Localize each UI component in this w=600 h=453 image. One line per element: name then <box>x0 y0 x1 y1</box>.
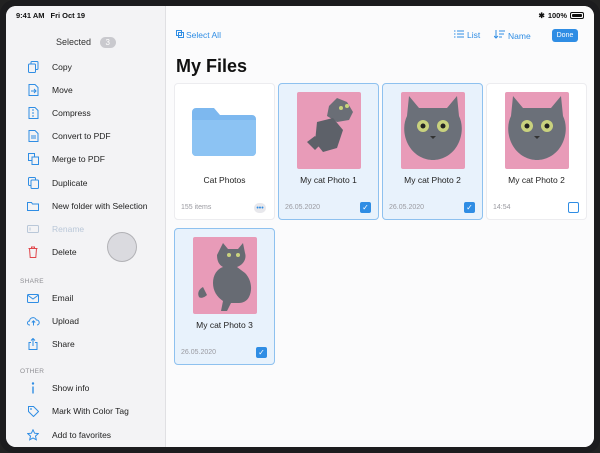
status-right: ✱ 100% <box>539 11 584 20</box>
compress-icon <box>26 106 40 120</box>
menu-new-folder-label: New folder with Selection <box>52 201 148 211</box>
menu-share-label: Share <box>52 339 75 349</box>
menu-copy-label: Copy <box>52 62 72 72</box>
select-all-icon <box>176 30 184 40</box>
menu-upload-label: Upload <box>52 316 79 326</box>
battery-icon <box>570 11 584 19</box>
menu-merge-pdf-label: Merge to PDF <box>52 154 105 164</box>
menu-move-label: Move <box>52 85 73 95</box>
merge-icon <box>26 152 40 166</box>
list-label: List <box>467 30 481 40</box>
file-name: My cat Photo 3 <box>196 320 253 330</box>
menu-share[interactable]: Share <box>26 335 75 353</box>
sort-icon <box>493 30 505 41</box>
file-meta: 14:54 <box>493 204 511 211</box>
sort-name-button[interactable]: Name <box>493 30 531 41</box>
share-section-label: SHARE <box>20 278 44 285</box>
menu-upload[interactable]: Upload <box>26 312 79 330</box>
file-card-photo-3[interactable]: My cat Photo 3 26.05.2020 ✓ <box>174 228 275 365</box>
file-name: My cat Photo 2 <box>508 175 565 185</box>
menu-email-label: Email <box>52 293 74 303</box>
file-meta: 26.05.2020 <box>285 204 321 211</box>
menu-show-info[interactable]: Show info <box>26 379 89 397</box>
status-time: 9:41 AM <box>16 10 45 20</box>
done-button[interactable]: Done <box>552 29 578 42</box>
menu-show-info-label: Show info <box>52 383 90 393</box>
menu-merge-pdf[interactable]: Merge to PDF <box>26 150 105 168</box>
menu-convert-pdf[interactable]: Convert to PDF <box>26 127 111 145</box>
star-icon <box>26 428 40 442</box>
menu-favorites-label: Add to favorites <box>52 430 112 440</box>
page-title: My Files <box>176 56 248 76</box>
selected-label: Selected <box>56 37 92 47</box>
file-card-photo-1[interactable]: My cat Photo 1 26.05.2020 ✓ <box>278 83 379 220</box>
device-frame: 9:41 AM Fri Oct 19 ✱ 100% Selected 3 Cop… <box>0 0 600 453</box>
file-card-cat-photos[interactable]: Cat Photos 155 items ••• <box>174 83 275 220</box>
pdf-icon <box>26 129 40 143</box>
photo-thumbnail <box>193 237 257 314</box>
move-icon <box>26 83 40 97</box>
menu-duplicate[interactable]: Duplicate <box>26 174 87 192</box>
screen: 9:41 AM Fri Oct 19 ✱ 100% Selected 3 Cop… <box>6 6 594 447</box>
menu-color-tag[interactable]: Mark With Color Tag <box>26 402 129 420</box>
cloud-upload-icon <box>26 314 40 328</box>
menu-compress-label: Compress <box>52 108 91 118</box>
menu-move[interactable]: Move <box>26 81 73 99</box>
selection-checkbox[interactable] <box>568 202 579 213</box>
sidebar: Selected 3 Copy Move Compress Convert to… <box>6 6 166 447</box>
battery-percent: 100% <box>547 10 567 20</box>
tag-icon <box>26 404 40 418</box>
file-name: My cat Photo 1 <box>300 175 357 185</box>
list-icon <box>454 30 464 40</box>
list-view-button[interactable]: List <box>454 30 480 40</box>
photo-thumbnail <box>401 92 465 169</box>
copy-icon <box>26 60 40 74</box>
file-meta: 26.05.2020 <box>181 349 217 356</box>
file-meta: 26.05.2020 <box>389 204 425 211</box>
file-name: My cat Photo 2 <box>404 175 461 185</box>
file-meta: 155 items <box>181 204 212 211</box>
menu-rename-label: Rename <box>52 224 85 234</box>
select-all-label: Select All <box>186 30 221 40</box>
menu-favorites[interactable]: Add to favorites <box>26 426 111 444</box>
menu-rename: Rename <box>26 220 84 238</box>
photo-thumbnail <box>505 92 569 169</box>
file-card-photo-2-copy[interactable]: My cat Photo 2 14:54 <box>486 83 587 220</box>
touch-indicator <box>107 232 137 262</box>
file-name: Cat Photos <box>203 175 246 185</box>
bluetooth-icon: ✱ <box>538 10 545 20</box>
more-options-button[interactable]: ••• <box>254 203 266 213</box>
main-area: Select All List Name Done My Files Cat P… <box>166 6 594 447</box>
share-icon <box>26 337 40 351</box>
menu-color-tag-label: Mark With Color Tag <box>52 406 129 416</box>
menu-new-folder[interactable]: New folder with Selection <box>26 197 147 215</box>
status-bar: 9:41 AM Fri Oct 19 ✱ 100% <box>6 6 594 24</box>
selected-count-badge: 3 <box>99 37 116 48</box>
file-card-photo-2[interactable]: My cat Photo 2 26.05.2020 ✓ <box>382 83 483 220</box>
menu-copy[interactable]: Copy <box>26 58 72 76</box>
selection-checkbox[interactable]: ✓ <box>464 202 475 213</box>
menu-delete-label: Delete <box>52 247 77 257</box>
select-all-button[interactable]: Select All <box>176 30 221 40</box>
other-section-label: OTHER <box>20 368 45 375</box>
duplicate-icon <box>26 176 40 190</box>
folder-icon <box>192 106 256 156</box>
sort-label: Name <box>508 30 531 41</box>
selection-checkbox[interactable]: ✓ <box>256 347 267 358</box>
mail-icon <box>26 291 40 305</box>
selection-checkbox[interactable]: ✓ <box>360 202 371 213</box>
menu-duplicate-label: Duplicate <box>52 178 88 188</box>
photo-thumbnail <box>297 92 361 169</box>
trash-icon <box>26 245 40 259</box>
info-icon <box>26 381 40 395</box>
toolbar: Select All List Name Done <box>166 28 594 44</box>
menu-convert-pdf-label: Convert to PDF <box>52 131 111 141</box>
menu-delete[interactable]: Delete <box>26 243 77 261</box>
menu-email[interactable]: Email <box>26 289 73 307</box>
status-date: Fri Oct 19 <box>50 10 86 20</box>
menu-compress[interactable]: Compress <box>26 104 91 122</box>
new-folder-icon <box>26 199 40 213</box>
rename-icon <box>26 222 40 236</box>
selected-header: Selected 3 <box>6 37 166 48</box>
